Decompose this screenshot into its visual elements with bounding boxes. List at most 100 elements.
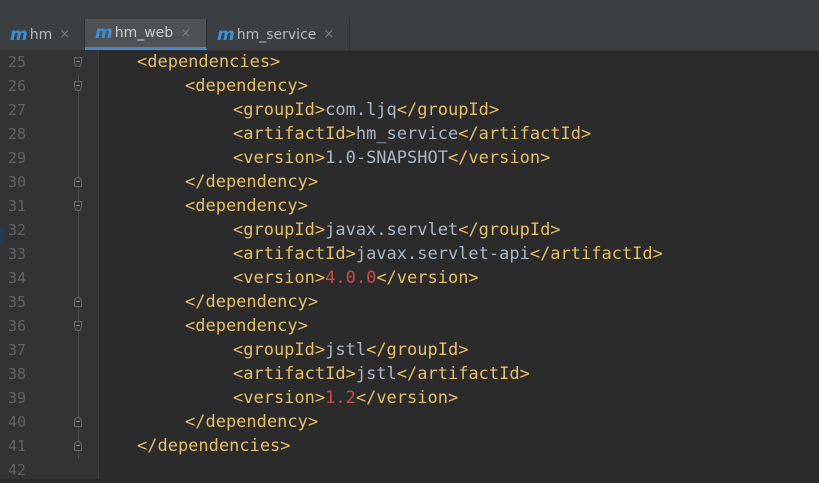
code-line[interactable]: 30 </dependency> [0, 171, 819, 195]
close-icon[interactable]: × [59, 27, 70, 42]
xml-tag: </artifactId> [458, 124, 592, 144]
code-line[interactable]: 35 </dependency> [0, 291, 819, 315]
xml-tag: </version> [447, 148, 551, 168]
fold-end-icon[interactable] [74, 417, 82, 427]
code-line[interactable]: 33 <artifactId>javax.servlet-api</artifac… [0, 243, 819, 267]
code-line[interactable]: 28 <artifactId>hm_service</artifactId> [0, 123, 819, 147]
line-number: 31 [8, 197, 27, 215]
line-number: 29 [8, 149, 27, 167]
code-line[interactable]: 27 <groupId>com.ljq</groupId> [0, 99, 819, 123]
code-text: </dependencies> [137, 436, 291, 456]
code-line[interactable]: 31 <dependency> [0, 195, 819, 219]
xml-tag: </dependency> [185, 412, 319, 432]
xml-tag: <dependencies> [137, 52, 281, 72]
code-line[interactable]: 29 <version>1.0-SNAPSHOT</version> [0, 147, 819, 171]
fold-end-icon[interactable] [74, 297, 82, 307]
code-line[interactable]: 37 <groupId>jstl</groupId> [0, 339, 819, 363]
close-icon[interactable]: × [180, 26, 191, 41]
xml-tag: <artifactId> [233, 244, 356, 264]
xml-tag: </groupId> [396, 100, 500, 120]
line-number: 41 [8, 437, 27, 455]
xml-tag: <groupId> [233, 340, 326, 360]
fold-collapse-icon[interactable] [74, 201, 82, 211]
maven-m-icon: m [10, 24, 28, 45]
xml-tag: </groupId> [458, 220, 561, 240]
tab-label: hm [29, 26, 53, 43]
xml-tag: <dependency> [185, 76, 308, 96]
code-line[interactable]: 39 <version>1.2</version> [0, 387, 819, 411]
code-text: <artifactId>hm_service</artifactId> [233, 124, 591, 144]
xml-tag: </dependency> [185, 292, 319, 312]
tab-label: hm_service [236, 26, 317, 43]
xml-number-value: 1.2 [325, 388, 356, 408]
tab-hm[interactable]: m hm × [0, 19, 85, 50]
xml-text-value: hm_service [355, 124, 459, 144]
fold-end-icon[interactable] [74, 177, 82, 187]
xml-tag: </dependency> [185, 172, 319, 192]
xml-tag: <artifactId> [233, 124, 356, 144]
code-line[interactable]: 40 </dependency> [0, 411, 819, 435]
xml-tag: <dependency> [185, 196, 308, 216]
code-text: <artifactId>javax.servlet-api</artifactI… [233, 244, 663, 264]
code-line[interactable]: 42 [0, 459, 819, 483]
code-text: <version>1.0-SNAPSHOT</version> [233, 148, 550, 168]
line-number: 34 [8, 269, 27, 287]
xml-text-value: javax.servlet [325, 220, 459, 240]
code-line[interactable]: 34 <version>4.0.0</version> [0, 267, 819, 291]
line-number: 39 [8, 389, 27, 407]
code-text: <version>4.0.0</version> [233, 268, 479, 288]
code-text: <groupId>com.ljq</groupId> [233, 100, 499, 120]
close-icon[interactable]: × [323, 27, 334, 42]
xml-tag: <groupId> [233, 100, 326, 120]
fold-collapse-icon[interactable] [74, 81, 82, 91]
line-number: 32 [8, 221, 27, 239]
code-text: <groupId>jstl</groupId> [233, 340, 468, 360]
line-number: 33 [8, 245, 27, 263]
code-line[interactable]: 36 <dependency> [0, 315, 819, 339]
code-line[interactable]: 32 <groupId>javax.servlet</groupId> [0, 219, 819, 243]
xml-tag: </artifactId> [396, 364, 530, 384]
code-line[interactable]: 41 </dependencies> [0, 435, 819, 459]
code-text: <artifactId>jstl</artifactId> [233, 364, 530, 384]
maven-m-icon: m [95, 23, 113, 43]
code-line[interactable]: 25 <dependencies> [0, 51, 819, 75]
xml-tag: <version> [233, 388, 326, 408]
xml-text-value: 1.0-SNAPSHOT [325, 148, 448, 168]
code-text: </dependency> [185, 172, 318, 192]
code-line[interactable]: 38 <artifactId>jstl</artifactId> [0, 363, 819, 387]
xml-text-value: com.ljq [325, 100, 397, 120]
code-editor[interactable]: 25 <dependencies> 26 <dependency> 27 <groupId… [0, 51, 819, 479]
code-text: <groupId>javax.servlet</groupId> [233, 220, 561, 240]
fold-end-icon[interactable] [74, 441, 82, 451]
code-line[interactable]: 26 <dependency> [0, 75, 819, 99]
line-number: 25 [8, 53, 27, 71]
xml-tag: </version> [376, 268, 479, 288]
xml-text-value: jstl [325, 340, 367, 360]
xml-tag: <version> [233, 268, 326, 288]
xml-text-value: javax.servlet-api [355, 244, 530, 264]
line-number: 42 [8, 461, 27, 479]
tab-label: hm_web [114, 25, 174, 41]
xml-tag: </dependencies> [137, 436, 291, 456]
tab-hm-service[interactable]: m hm_service × [207, 19, 350, 50]
code-text: <dependency> [185, 196, 308, 216]
line-number: 38 [8, 365, 27, 383]
line-number: 27 [8, 101, 27, 119]
xml-tag: </artifactId> [529, 244, 663, 264]
tab-hm-web[interactable]: m hm_web × [85, 19, 207, 50]
fold-collapse-icon[interactable] [74, 57, 82, 67]
xml-tag: <groupId> [233, 220, 326, 240]
line-number: 35 [8, 293, 27, 311]
code-text: <version>1.2</version> [233, 388, 458, 408]
xml-number-value: 4.0.0 [325, 268, 377, 288]
maven-m-icon: m [217, 24, 235, 45]
code-text: </dependency> [185, 412, 318, 432]
code-text: <dependencies> [137, 52, 280, 72]
xml-text-value: jstl [355, 364, 397, 384]
line-number: 37 [8, 341, 27, 359]
code-text: </dependency> [185, 292, 318, 312]
line-number: 36 [8, 317, 27, 335]
xml-tag: <dependency> [185, 316, 308, 336]
editor-tab-bar: m hm × m hm_web × m hm_service × [0, 0, 819, 51]
fold-collapse-icon[interactable] [74, 321, 82, 331]
